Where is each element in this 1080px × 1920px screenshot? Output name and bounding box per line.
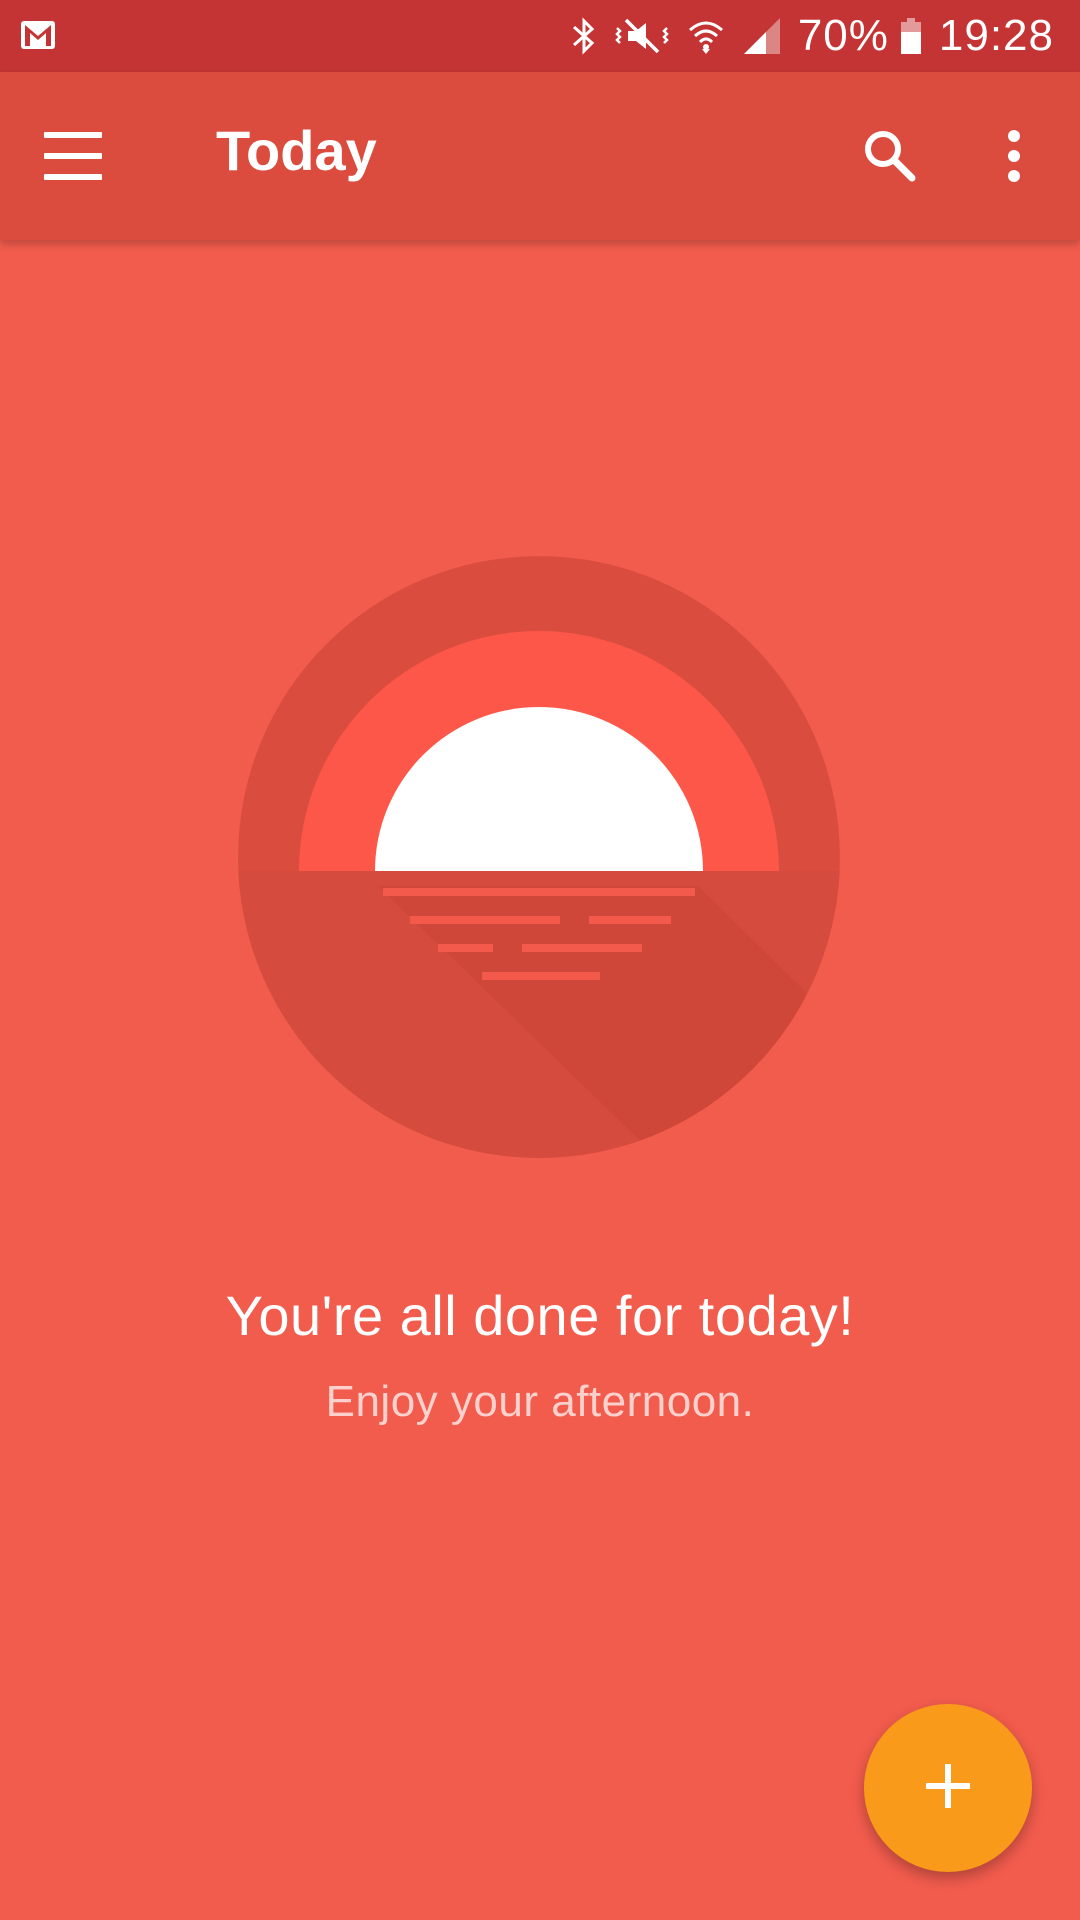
battery-icon (899, 16, 923, 56)
wifi-icon (686, 16, 726, 56)
empty-state-subtitle: Enjoy your afternoon. (325, 1377, 755, 1426)
plus-icon (924, 1762, 972, 1815)
status-icons: 70% 19:28 (570, 0, 1080, 72)
vibrate-muted-icon (614, 16, 670, 56)
more-vertical-icon[interactable] (1000, 124, 1028, 193)
gmail-icon (20, 20, 56, 55)
page-title: Today (216, 119, 377, 182)
clock: 19:28 (938, 11, 1054, 60)
empty-state-headline: You're all done for today! (225, 1284, 855, 1347)
sunset-icon (238, 556, 840, 1158)
hamburger-menu-icon[interactable] (44, 132, 102, 180)
add-task-button[interactable] (864, 1704, 1032, 1872)
search-icon[interactable] (858, 124, 922, 193)
cellular-signal-icon (742, 16, 782, 56)
app-bar: Today (0, 72, 1080, 240)
status-bar: 70% 19:28 (0, 0, 1080, 72)
bluetooth-icon (570, 16, 598, 56)
battery-percent: 70% (797, 11, 889, 60)
